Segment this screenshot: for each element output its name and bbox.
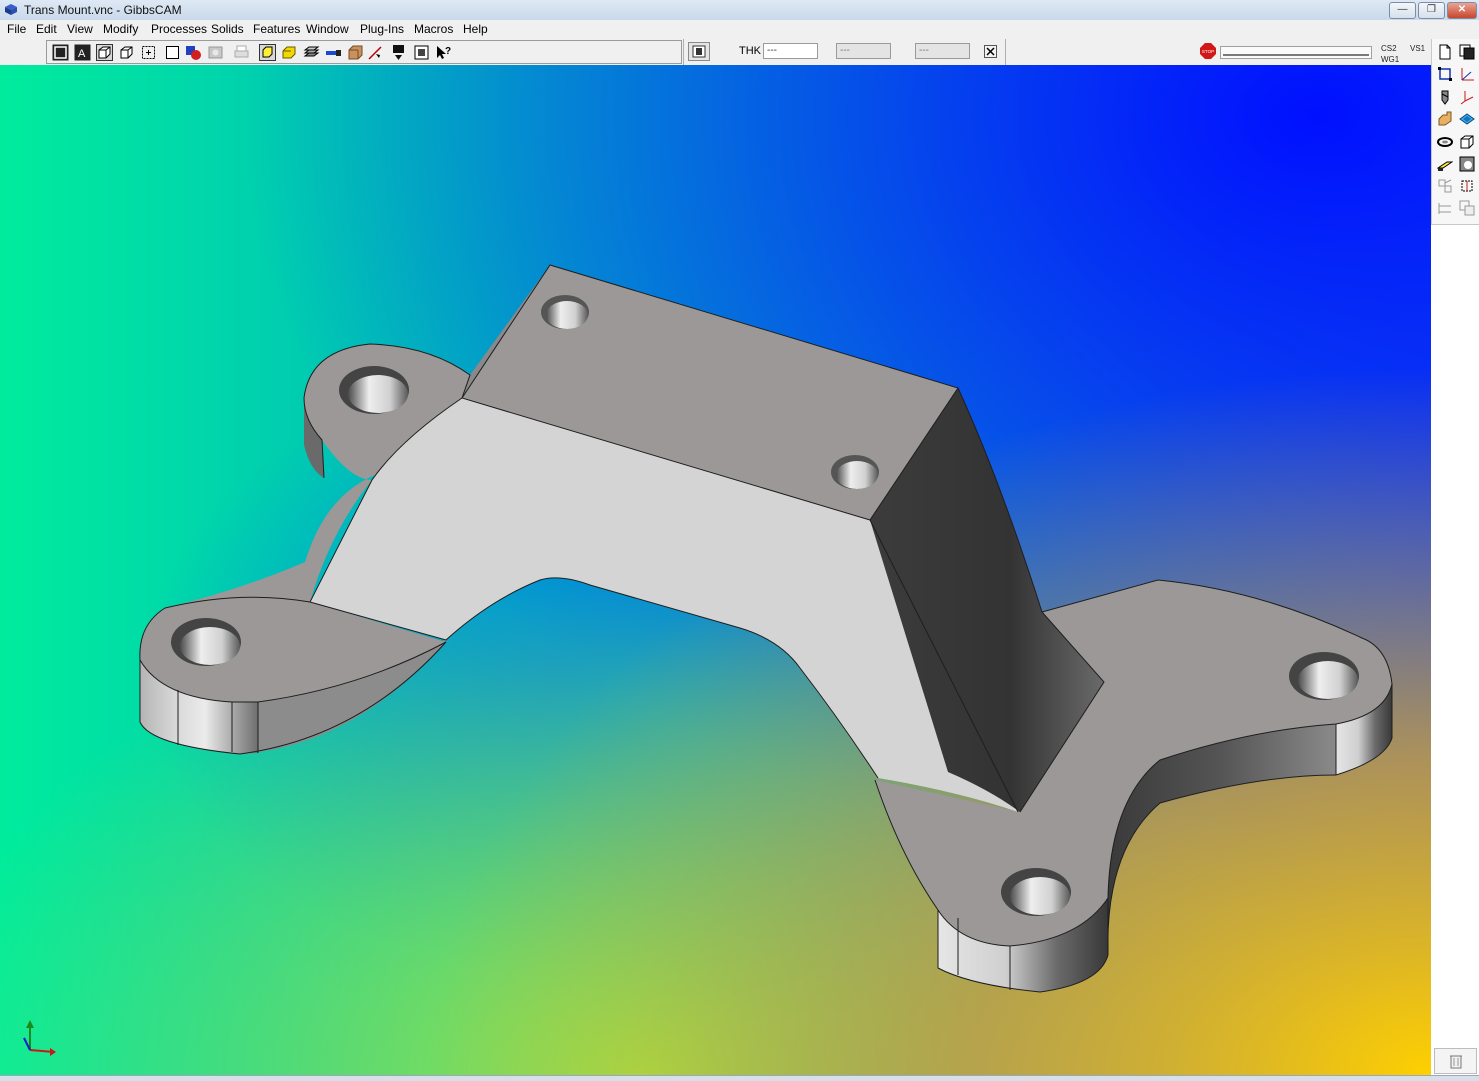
menu-modify[interactable]: Modify [103,22,138,36]
progress-bar [1220,46,1372,59]
gibbscam-app-icon[interactable] [4,3,18,16]
tile-windows-button[interactable] [1434,1048,1477,1074]
thk-label: THK [739,45,761,57]
part-shape-icon[interactable] [1437,111,1453,127]
minimize-icon: — [1397,4,1408,15]
menu-features[interactable]: Features [253,22,300,36]
right-tool-panel [1431,39,1479,225]
pick-point-icon[interactable] [140,44,157,61]
transform-icon[interactable] [1459,178,1475,194]
minimize-button[interactable]: — [1389,2,1416,19]
menu-file[interactable]: File [7,22,26,36]
axis-tripod-icon[interactable] [1459,89,1475,105]
printer-icon[interactable] [233,44,250,61]
window-select-icon[interactable] [413,44,430,61]
title-bar: Trans Mount.vnc - GibbsCAM — ❐ ✕ [0,0,1479,21]
restore-button[interactable]: ❐ [1418,2,1445,19]
mounting-hole [1289,652,1359,700]
copy-window-icon[interactable] [1459,44,1475,60]
align-icon[interactable] [1437,200,1453,216]
menu-view[interactable]: View [67,22,93,36]
vs-label: VS1 [1410,44,1426,53]
thk-field[interactable]: --- [763,43,818,59]
stack-icon[interactable] [303,44,320,61]
param-field-3[interactable]: --- [915,43,970,59]
mounting-hole [831,455,879,489]
menu-macros[interactable]: Macros [414,22,453,36]
window-title: Trans Mount.vnc - GibbsCAM [24,3,182,17]
menu-solids[interactable]: Solids [211,22,244,36]
mounting-hole [541,295,589,329]
color-shapes-icon[interactable] [185,44,202,61]
restore-icon: ❐ [1427,4,1436,15]
close-button[interactable]: ✕ [1447,2,1477,19]
ring-icon[interactable] [1437,134,1453,150]
menu-help[interactable]: Help [463,22,488,36]
menu-window[interactable]: Window [306,22,349,36]
stop-icon[interactable]: STOP [1200,43,1216,59]
blade-icon[interactable] [1437,156,1453,172]
new-document-icon[interactable] [1437,44,1453,60]
group-icon[interactable] [1437,178,1453,194]
wg-label: WG1 [1381,55,1400,64]
menu-edit[interactable]: Edit [36,22,57,36]
mounting-hole [1001,868,1071,916]
part-render[interactable] [0,65,1431,1075]
render-icon[interactable] [1459,156,1475,172]
menu-bar: File Edit View Modify Processes Solids F… [0,20,1479,39]
tool-icon[interactable] [325,44,342,61]
hidden-line-view-icon[interactable]: A [74,44,91,61]
progress-track [1223,54,1369,56]
svg-text:A: A [78,48,86,60]
axes-xyz-icon[interactable] [1459,66,1475,82]
view-toolbar: A ? [46,40,682,64]
cs-label: CS2 [1381,44,1397,53]
drill-bit-icon[interactable] [1437,89,1453,105]
close-icon: ✕ [1457,4,1467,15]
menu-processes[interactable]: Processes [151,22,207,36]
wireframe-view-icon[interactable] [52,44,69,61]
mounting-hole [339,366,409,414]
cube-icon[interactable] [1459,134,1475,150]
clear-icon[interactable] [984,45,997,58]
iso-box-icon[interactable] [118,44,135,61]
duplicate-icon[interactable] [1459,200,1475,216]
gray-shape-icon[interactable] [207,44,224,61]
stop-label: STOP [1202,49,1214,54]
arrow-down-icon[interactable] [390,44,407,61]
arrow-pointer-icon[interactable] [367,44,384,61]
shaded-box-icon[interactable] [96,44,113,61]
param-field-2[interactable]: --- [836,43,891,59]
svg-text:?: ? [445,46,451,57]
menu-plug-ins[interactable]: Plug-Ins [360,22,404,36]
yellow-box-icon[interactable] [281,44,298,61]
rectangle-select-icon[interactable] [1437,66,1453,82]
taskbar [0,1075,1479,1081]
thickness-panel: THK --- --- --- [683,39,1006,65]
mounting-hole [171,618,241,666]
machine-settings-icon[interactable] [688,42,710,61]
brown-block-icon[interactable] [347,44,364,61]
highlight-box-icon[interactable] [259,44,276,61]
blank-square-icon[interactable] [164,44,181,61]
layer-icon[interactable] [1459,111,1475,127]
3d-viewport[interactable] [0,65,1431,1075]
trash-icon [1450,1055,1462,1069]
help-pointer-icon[interactable]: ? [435,44,452,61]
